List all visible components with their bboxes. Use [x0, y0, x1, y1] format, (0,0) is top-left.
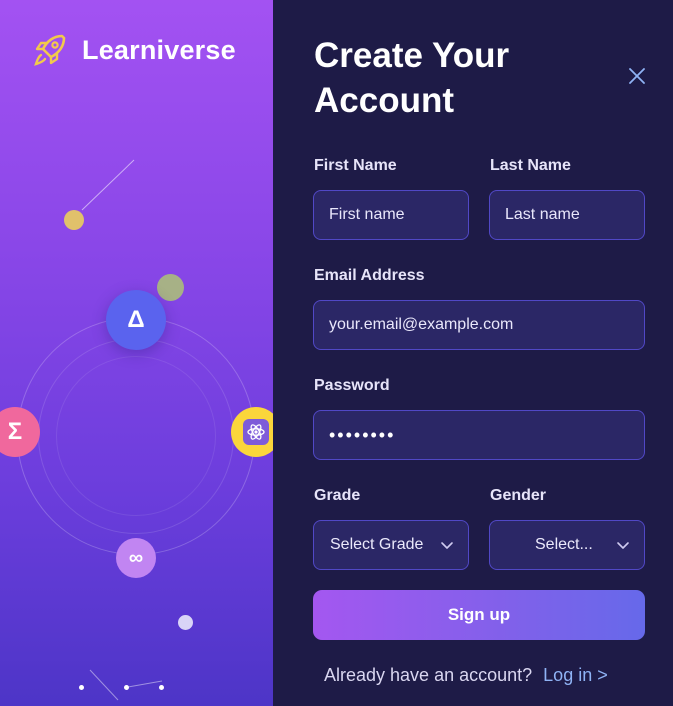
email-input[interactable]: [313, 300, 645, 350]
page-title: Create Your Account: [314, 33, 574, 123]
gold-dot: [64, 210, 84, 230]
signup-screen: Learniverse Δ Σ ∞ Create Your Account Fi…: [0, 0, 673, 706]
login-link[interactable]: Log in >: [543, 665, 608, 685]
atom-node: [231, 407, 273, 457]
sign-up-button[interactable]: Sign up: [313, 590, 645, 640]
grade-label: Grade: [314, 487, 361, 504]
gender-label: Gender: [490, 487, 547, 504]
close-icon: [629, 68, 645, 84]
password-input[interactable]: [313, 410, 645, 460]
brand-name: Learniverse: [82, 34, 236, 65]
infinity-symbol: ∞: [128, 546, 144, 569]
gender-select[interactable]: Select...: [489, 520, 645, 570]
login-prompt: Already have an account? Log in >: [324, 665, 608, 686]
infinity-node: ∞: [116, 538, 156, 578]
last-name-input[interactable]: [489, 190, 645, 240]
brand-panel: Learniverse Δ Σ ∞: [0, 0, 273, 706]
chevron-down-icon: [441, 542, 453, 549]
chevron-down-icon: [617, 542, 629, 549]
title-line-2: Account: [314, 81, 454, 120]
delta-symbol: Δ: [127, 306, 145, 333]
login-prompt-text: Already have an account?: [324, 665, 533, 685]
atom-icon: [243, 419, 269, 445]
gender-selected-value: Select...: [535, 536, 593, 553]
grade-selected-value: Select Grade: [330, 536, 424, 553]
brand-logo: Learniverse: [32, 32, 236, 68]
close-button[interactable]: [625, 64, 649, 88]
lavender-dot: [178, 615, 193, 630]
rocket-icon: [34, 34, 66, 66]
email-label: Email Address: [314, 267, 425, 284]
first-name-label: First Name: [314, 157, 397, 174]
delta-node: Δ: [106, 290, 166, 350]
grade-select[interactable]: Select Grade: [313, 520, 469, 570]
orbit-ring-inner: [56, 356, 216, 516]
signup-form-panel: Create Your Account First Name Last Name…: [273, 0, 673, 706]
white-dot: [124, 685, 129, 690]
first-name-input[interactable]: [313, 190, 469, 240]
sigma-symbol: Σ: [7, 418, 23, 445]
sage-dot: [157, 274, 184, 301]
password-label: Password: [314, 377, 390, 394]
title-line-1: Create Your: [314, 36, 510, 75]
white-dot: [159, 685, 164, 690]
last-name-label: Last Name: [490, 157, 571, 174]
white-dot: [79, 685, 84, 690]
